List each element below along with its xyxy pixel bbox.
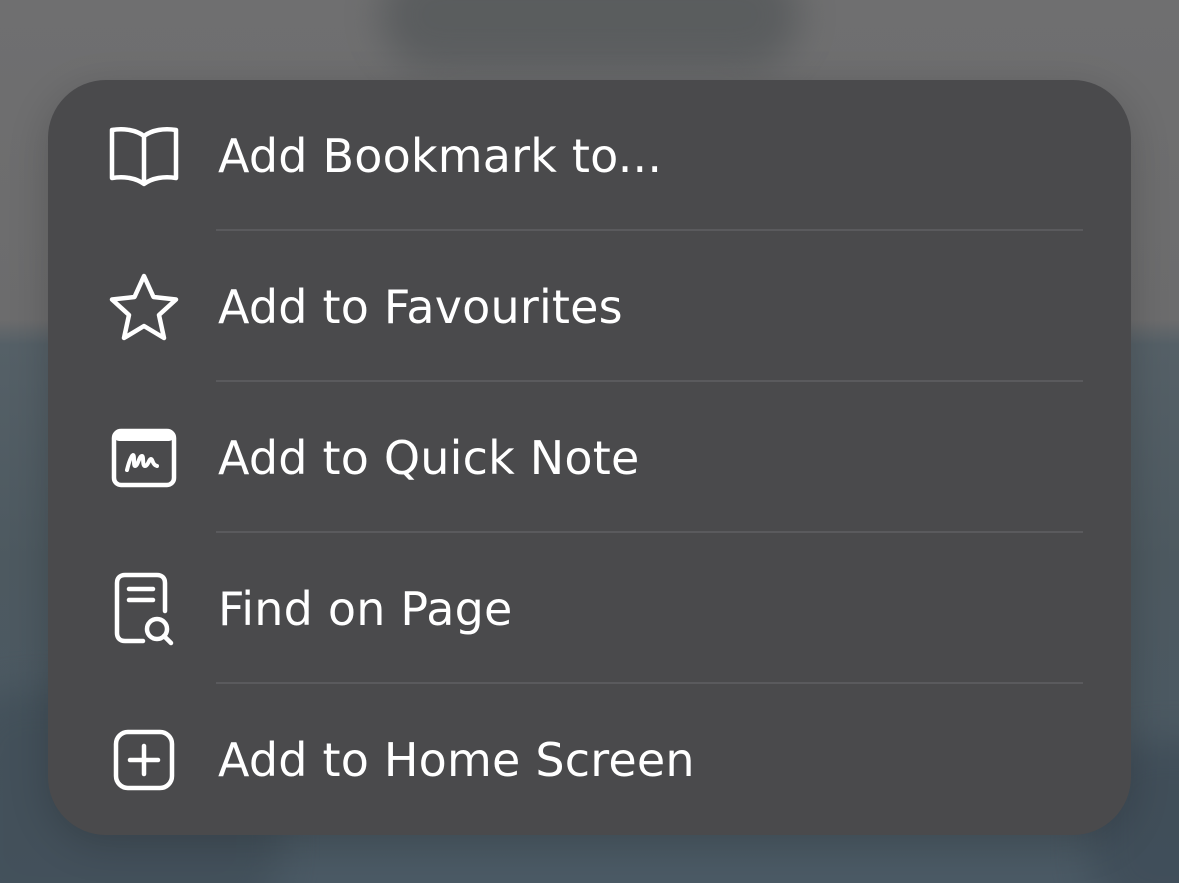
menu-item-label: Add to Favourites [218, 279, 623, 334]
menu-item-label: Add to Home Screen [218, 732, 695, 787]
menu-item-label: Add to Quick Note [218, 430, 640, 485]
menu-item-label: Find on Page [218, 581, 513, 636]
menu-item-label: Add Bookmark to... [218, 128, 663, 183]
add-to-home-screen-menu-item[interactable]: Add to Home Screen [48, 684, 1131, 835]
book-icon [106, 118, 182, 194]
quick-note-icon [106, 420, 182, 496]
add-to-quick-note-menu-item[interactable]: Add to Quick Note [48, 382, 1131, 533]
add-to-favourites-menu-item[interactable]: Add to Favourites [48, 231, 1131, 382]
find-on-page-icon [106, 571, 182, 647]
context-menu: Add Bookmark to... Add to Favourites Add… [48, 80, 1131, 835]
blurred-background-shape [380, 0, 800, 70]
star-icon [106, 269, 182, 345]
add-bookmark-menu-item[interactable]: Add Bookmark to... [48, 80, 1131, 231]
plus-square-icon [106, 722, 182, 798]
find-on-page-menu-item[interactable]: Find on Page [48, 533, 1131, 684]
